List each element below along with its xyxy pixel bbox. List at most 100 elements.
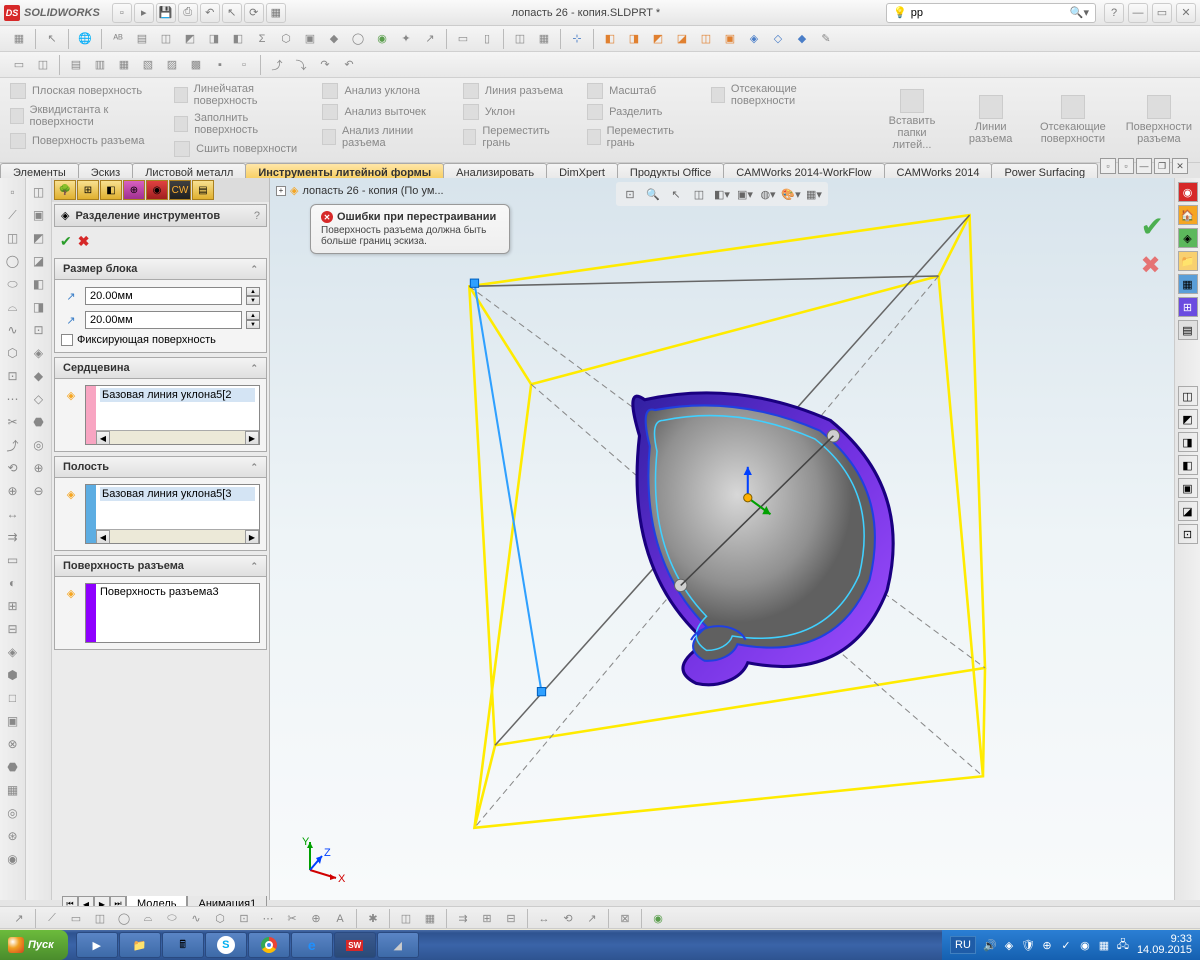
sigma-icon[interactable]: Σ (251, 28, 273, 50)
scroll-left[interactable]: ◀ (96, 431, 110, 445)
scroll-right[interactable]: ▶ (245, 530, 259, 544)
cursor-icon[interactable]: ↖ (41, 28, 63, 50)
tool-icon[interactable]: ◆ (323, 28, 345, 50)
side-tool[interactable]: ◪ (29, 251, 49, 271)
side-tool[interactable]: ◫ (1178, 386, 1198, 406)
side-tool[interactable]: ⊗ (3, 734, 23, 754)
save-button[interactable]: 💾 (156, 3, 176, 23)
search-input[interactable] (911, 7, 1070, 19)
new-button[interactable]: ▫ (112, 3, 132, 23)
tool-icon[interactable]: ◫ (509, 28, 531, 50)
fm-tab-display[interactable]: ◉ (146, 180, 168, 200)
start-button[interactable]: Пуск (0, 930, 68, 960)
fm-tab-tree[interactable]: 🌳 (54, 180, 76, 200)
ribbon-scale[interactable]: Масштаб (585, 82, 689, 100)
tool-icon[interactable]: ⤵ (290, 54, 312, 76)
side-tool[interactable]: ◩ (29, 228, 49, 248)
view-cube-icon[interactable]: ◧ (599, 28, 621, 50)
ribbon-undercut-analysis[interactable]: Анализ выточек (320, 103, 440, 121)
tool-icon[interactable]: ▫ (233, 54, 255, 76)
taskpane-appearances[interactable]: ▦ (1178, 274, 1198, 294)
side-tool[interactable]: ◫ (3, 228, 23, 248)
tool-icon[interactable]: ▣ (299, 28, 321, 50)
fm-tab-extra[interactable]: ▤ (192, 180, 214, 200)
tool[interactable]: ⌓ (137, 908, 159, 930)
taskbar-skype[interactable]: S (205, 932, 247, 958)
mdi-restore[interactable]: ❐ (1154, 158, 1170, 174)
side-tool[interactable]: ◇ (29, 389, 49, 409)
side-tool[interactable]: ⇉ (3, 527, 23, 547)
ribbon-move-face2[interactable]: Переместить грань (585, 124, 689, 150)
tool[interactable]: ⊠ (614, 908, 636, 930)
fm-tab-prop[interactable]: ⊞ (77, 180, 99, 200)
taskbar-ie[interactable]: e (291, 932, 333, 958)
mdi-icon1[interactable]: ▫ (1100, 158, 1116, 174)
ribbon-shutoff-surfaces[interactable]: Отсекающие поверхности (709, 82, 842, 108)
tool[interactable]: ✱ (362, 908, 384, 930)
ribbon-knit-surface[interactable]: Сшить поверхности (172, 140, 300, 158)
undo-button[interactable]: ↶ (200, 3, 220, 23)
fm-tab-cw[interactable]: CW (169, 180, 191, 200)
side-tool[interactable]: ⬭ (3, 274, 23, 294)
side-tool[interactable]: ▣ (29, 205, 49, 225)
side-tool[interactable]: ⤴ (3, 435, 23, 455)
taskbar-app[interactable]: ◢ (377, 932, 419, 958)
help-button[interactable]: ? (1104, 3, 1124, 23)
view-cube-icon[interactable]: ▣ (719, 28, 741, 50)
side-tool[interactable]: ⊡ (1178, 524, 1198, 544)
fm-tab-dimxpert[interactable]: ⊕ (123, 180, 145, 200)
view-cube-icon[interactable]: ◫ (695, 28, 717, 50)
block-dim1-input[interactable] (85, 287, 242, 305)
side-tool[interactable]: ▭ (3, 550, 23, 570)
abc-icon[interactable]: ᴬᴮ (107, 28, 129, 50)
options-button[interactable]: ▦ (266, 3, 286, 23)
side-tool[interactable]: ⬣ (29, 412, 49, 432)
side-tool[interactable]: ◧ (1178, 455, 1198, 475)
ok-button[interactable]: ✔ (60, 233, 72, 250)
side-tool[interactable]: ◫ (29, 182, 49, 202)
spin-down[interactable]: ▼ (246, 320, 260, 329)
scroll-track[interactable] (110, 530, 245, 543)
close-button[interactable]: ✕ (1176, 3, 1196, 23)
tray-icon[interactable]: ◉ (1077, 937, 1093, 953)
ribbon-offset-surface[interactable]: Эквидистанта к поверхности (8, 103, 152, 129)
spin-up[interactable]: ▲ (246, 287, 260, 296)
side-tool[interactable]: ◎ (29, 435, 49, 455)
minimize-button[interactable]: — (1128, 3, 1148, 23)
tool-icon[interactable]: ▥ (89, 54, 111, 76)
rebuild-button[interactable]: ⟳ (244, 3, 264, 23)
side-tool[interactable]: ◈ (3, 642, 23, 662)
taskbar-calc[interactable]: 🖩 (162, 932, 204, 958)
ribbon-insert-mold-folders[interactable]: Вставить папки литей... (883, 82, 942, 158)
side-tool[interactable]: ⊟ (3, 619, 23, 639)
open-button[interactable]: ▸ (134, 3, 154, 23)
tool[interactable]: ⊡ (233, 908, 255, 930)
tool[interactable]: ◫ (89, 908, 111, 930)
section-head[interactable]: Поверхность разъема⌃ (54, 555, 267, 577)
taskbar-wmp[interactable]: ▶ (76, 932, 118, 958)
tray-icon[interactable]: ✓ (1058, 937, 1074, 953)
interlock-checkbox[interactable] (61, 334, 73, 346)
ribbon-planar-surface[interactable]: Плоская поверхность (8, 82, 152, 100)
ribbon-shutoff-surfaces-big[interactable]: Отсекающие поверхности (1040, 82, 1106, 158)
tool[interactable]: ▦ (419, 908, 441, 930)
side-tool[interactable]: ✂ (3, 412, 23, 432)
tool-icon[interactable]: ▯ (476, 28, 498, 50)
tool[interactable]: ↗ (581, 908, 603, 930)
tool[interactable]: ◫ (395, 908, 417, 930)
taskpane-design-library[interactable]: 🏠 (1178, 205, 1198, 225)
ribbon-draft-analysis[interactable]: Анализ уклона (320, 82, 440, 100)
view-cube-icon[interactable]: ◈ (743, 28, 765, 50)
tool-icon[interactable]: ⤴ (266, 54, 288, 76)
ribbon-parting-surface[interactable]: Поверхность разъема (8, 132, 152, 150)
taskbar-explorer[interactable]: 📁 (119, 932, 161, 958)
side-tool[interactable]: ◐ (3, 573, 23, 593)
side-tool[interactable]: ∿ (3, 320, 23, 340)
side-tool[interactable]: ▣ (1178, 478, 1198, 498)
side-tool[interactable]: ⊛ (3, 826, 23, 846)
side-tool[interactable]: ⋯ (3, 389, 23, 409)
ribbon-fill-surface[interactable]: Заполнить поверхность (172, 111, 300, 137)
ribbon-parting-lines[interactable]: Линии разъема (961, 82, 1020, 158)
section-head[interactable]: Полость⌃ (54, 456, 267, 478)
side-tool[interactable]: ◨ (29, 297, 49, 317)
